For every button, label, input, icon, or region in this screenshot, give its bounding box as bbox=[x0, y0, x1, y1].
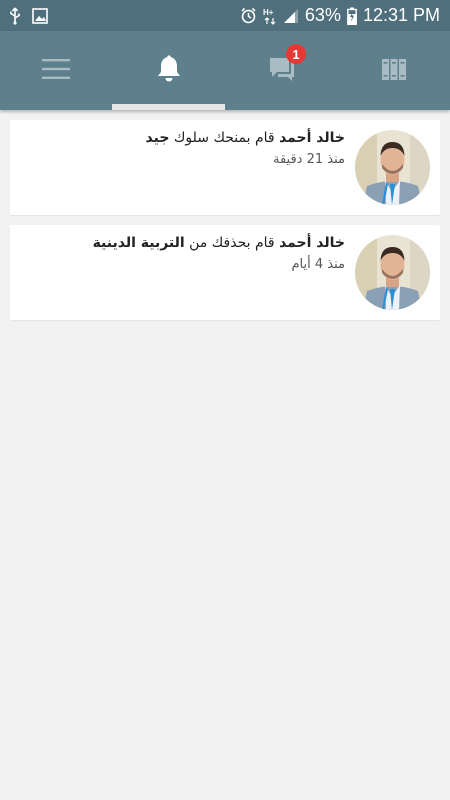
notification-item[interactable]: خالد أحمد قام بحذفك من التربية الدينية م… bbox=[10, 225, 440, 320]
clock: 12:31 PM bbox=[362, 5, 440, 25]
top-nav-bar bbox=[0, 31, 450, 110]
notification-user: خالد أحمد bbox=[279, 235, 345, 251]
selected-tab-indicator bbox=[112, 104, 225, 110]
tab-messages[interactable] bbox=[225, 31, 338, 110]
avatar bbox=[355, 235, 430, 310]
notification-item[interactable]: خالد أحمد قام بمنحك سلوك جيد منذ 21 دقيق… bbox=[10, 120, 440, 215]
notification-action: قام بحذفك من bbox=[184, 235, 280, 251]
usb-icon bbox=[8, 6, 22, 25]
notification-object: جيد bbox=[145, 130, 170, 146]
svg-text:H+: H+ bbox=[263, 8, 274, 17]
menu-icon bbox=[42, 58, 70, 84]
notification-action: قام بمنحك سلوك bbox=[169, 130, 280, 146]
status-bar: H+ 63% 12:31 PM bbox=[0, 0, 450, 31]
tab-menu[interactable] bbox=[0, 31, 112, 110]
signal-icon bbox=[283, 8, 299, 24]
notification-object: التربية الدينية bbox=[92, 235, 185, 251]
image-icon bbox=[32, 7, 48, 24]
avatar bbox=[355, 130, 430, 205]
messages-badge: 1 bbox=[286, 44, 306, 64]
books-icon bbox=[381, 57, 407, 85]
bell-icon bbox=[156, 54, 182, 87]
notification-user: خالد أحمد bbox=[279, 130, 345, 146]
notification-message: خالد أحمد قام بحذفك من التربية الدينية bbox=[93, 235, 345, 251]
network-hplus-icon: H+ bbox=[263, 7, 277, 25]
battery-charging-icon bbox=[347, 7, 357, 25]
notification-message: خالد أحمد قام بمنحك سلوك جيد bbox=[146, 130, 345, 146]
notification-time: منذ 21 دقيقة bbox=[273, 152, 345, 167]
battery-percent: 63% bbox=[304, 5, 341, 25]
alarm-icon bbox=[240, 7, 257, 24]
tab-library[interactable] bbox=[338, 31, 450, 110]
tab-notifications[interactable] bbox=[112, 31, 225, 110]
notification-time: منذ 4 أيام bbox=[291, 257, 346, 272]
